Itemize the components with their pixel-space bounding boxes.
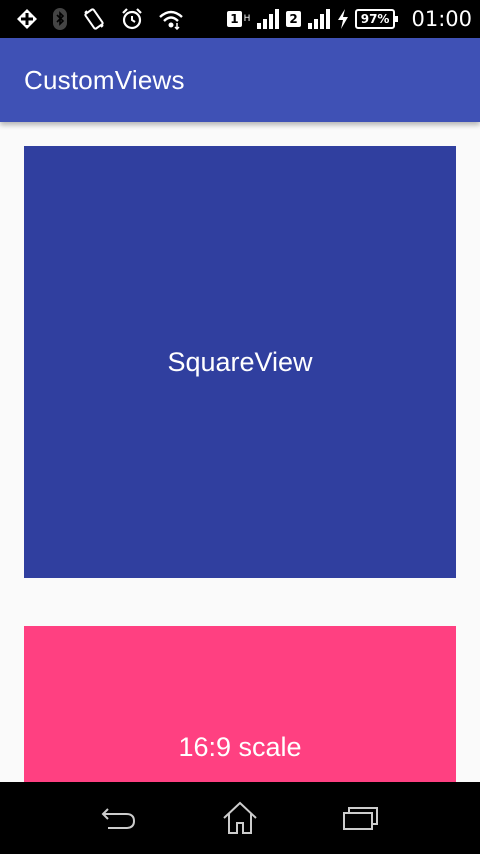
bluetooth-icon <box>52 7 68 31</box>
content-scroll[interactable]: SquareView 16:9 scale <box>0 122 480 782</box>
recents-button[interactable] <box>330 794 390 842</box>
home-button[interactable] <box>210 794 270 842</box>
vibrate-icon <box>82 7 106 31</box>
clock: 01:00 <box>411 7 472 31</box>
sim-card-icon: 2 <box>286 7 301 31</box>
square-view-label: SquareView <box>167 346 313 377</box>
sim-card-icon: 1 H <box>227 7 250 31</box>
navigation-bar <box>0 782 480 854</box>
status-bar-right: 1 H 2 97% 01:00 <box>227 7 480 31</box>
ratio-view-label: 16:9 scale <box>178 732 302 762</box>
screen: 1 H 2 97% 01:00 CustomViews SquareView 1… <box>0 0 480 854</box>
back-icon <box>101 808 136 829</box>
sim2-label: 2 <box>286 11 301 27</box>
charging-icon <box>337 7 349 31</box>
ratio-view[interactable]: 16:9 scale <box>24 626 456 782</box>
alarm-icon <box>120 7 144 31</box>
status-bar: 1 H 2 97% 01:00 <box>0 0 480 38</box>
sim1-network: H <box>243 14 251 24</box>
add-icon <box>16 7 38 31</box>
app-bar: CustomViews <box>0 38 480 122</box>
recents-icon <box>343 807 378 830</box>
back-button[interactable] <box>90 794 150 842</box>
wifi-icon <box>158 7 184 31</box>
sim1-label: 1 <box>227 11 242 27</box>
signal-icon <box>307 7 331 31</box>
battery-percent: 97% <box>360 12 390 26</box>
signal-icon <box>256 7 280 31</box>
app-title: CustomViews <box>24 64 185 95</box>
battery-icon: 97% <box>354 9 399 29</box>
square-view[interactable]: SquareView <box>24 146 456 578</box>
home-icon <box>223 801 257 834</box>
status-bar-left <box>0 7 184 31</box>
